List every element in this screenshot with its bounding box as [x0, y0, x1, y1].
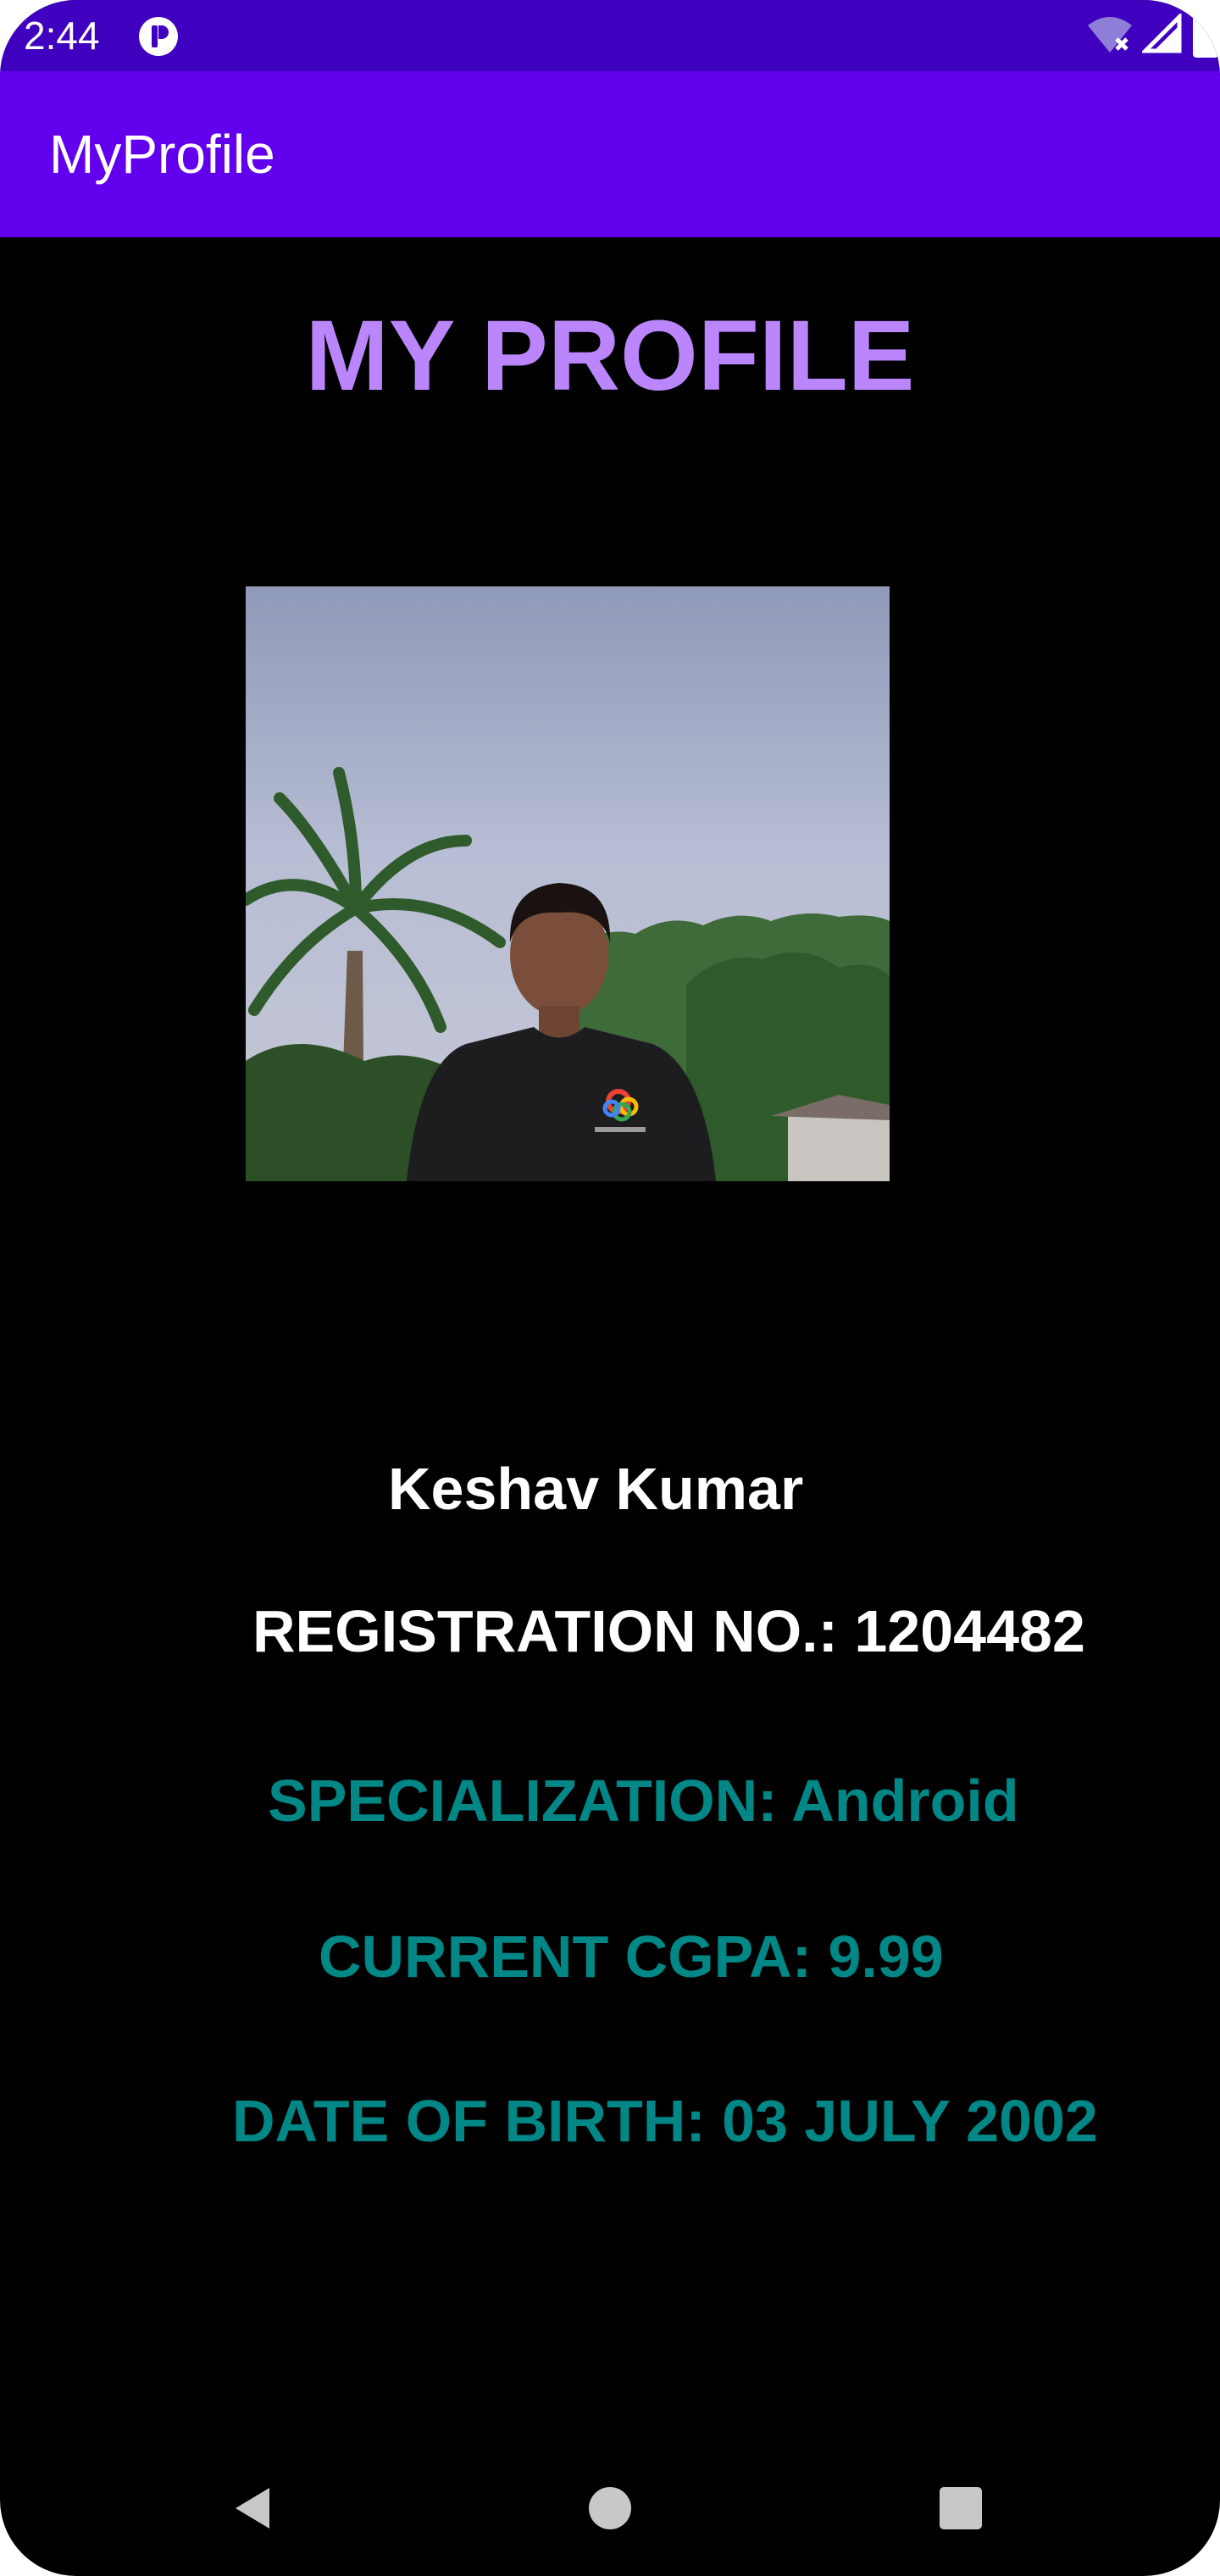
page-heading: MY PROFILE [305, 300, 915, 412]
cell-signal-icon [1140, 11, 1183, 58]
home-icon [589, 2487, 631, 2529]
date-of-birth: DATE OF BIRTH: 03 JULY 2002 [232, 2088, 1098, 2154]
app-bar: MyProfile [0, 71, 1220, 237]
wifi-off-icon [1086, 14, 1134, 58]
battery-icon [1191, 9, 1220, 62]
specialization: SPECIALIZATION: Android [268, 1768, 1019, 1834]
status-bar: 2:44 [0, 0, 1220, 71]
app-title: MyProfile [49, 124, 275, 185]
profile-photo-image [246, 586, 890, 1181]
recents-button[interactable] [918, 2466, 1003, 2551]
navigation-bar [0, 2440, 1220, 2576]
profile-photo [246, 586, 890, 1181]
back-button[interactable] [212, 2466, 297, 2551]
current-cgpa: CURRENT CGPA: 9.99 [319, 1924, 944, 1990]
status-time: 2:44 [24, 14, 100, 58]
device-screen: 2:44 MyProfile MY PROFILE Keshav Kumar R… [0, 0, 1220, 2576]
status-icons [1086, 9, 1220, 62]
back-icon [236, 2488, 269, 2529]
home-button[interactable] [568, 2466, 652, 2551]
app-notification-icon [137, 15, 180, 58]
registration-number: REGISTRATION NO.: 1204482 [252, 1598, 1085, 1664]
profile-name: Keshav Kumar [388, 1456, 804, 1522]
recents-icon [940, 2487, 982, 2529]
